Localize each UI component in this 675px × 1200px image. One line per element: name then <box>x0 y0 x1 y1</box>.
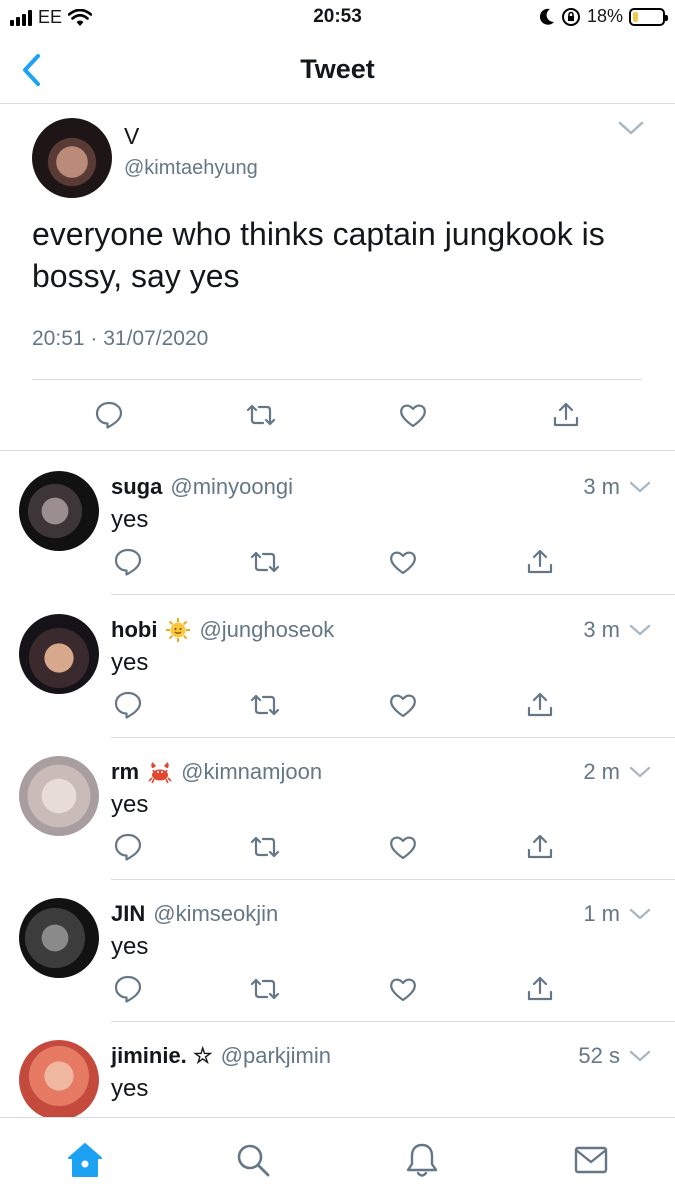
reply-author-handle[interactable]: @kimseokjin <box>153 901 278 927</box>
avatar[interactable] <box>19 756 99 836</box>
avatar[interactable] <box>32 118 112 198</box>
like-heart-icon[interactable] <box>388 547 418 577</box>
author-handle[interactable]: @kimtaehyung <box>124 157 258 180</box>
reply-text: yes <box>111 933 149 960</box>
retweet-icon[interactable] <box>246 400 276 430</box>
messages-icon[interactable] <box>571 1140 611 1180</box>
reply-icon[interactable] <box>113 974 143 1004</box>
tweet-timestamp: 20:51 · 31/07/2020 <box>32 327 209 350</box>
retweet-icon[interactable] <box>250 690 280 720</box>
reply-header: hobi @junghoseok <box>111 617 334 643</box>
reply-time: 52 s <box>578 1043 620 1068</box>
share-icon[interactable] <box>525 690 555 720</box>
reply-tweet[interactable]: JIN @kimseokjin 1 m yes <box>0 879 675 1022</box>
chevron-down-icon[interactable] <box>629 480 651 494</box>
battery-percent: 18% <box>586 6 623 26</box>
reply-author-name[interactable]: JIN <box>111 901 145 927</box>
battery-icon <box>629 7 668 26</box>
share-icon[interactable] <box>525 547 555 577</box>
reply-icon[interactable] <box>94 400 124 430</box>
status-right: 18% <box>539 6 668 27</box>
author-name[interactable]: V <box>124 123 139 150</box>
retweet-icon[interactable] <box>250 832 280 862</box>
crab-icon <box>148 762 172 784</box>
reply-header: jiminie. ☆ @parkjimin <box>111 1043 331 1069</box>
avatar[interactable] <box>19 1040 99 1120</box>
retweet-icon[interactable] <box>250 974 280 1004</box>
reply-author-name[interactable]: rm <box>111 759 139 785</box>
avatar[interactable] <box>19 898 99 978</box>
reply-author-name[interactable]: suga <box>111 474 162 500</box>
tweet-text: everyone who thinks captain jungkook is … <box>32 216 605 294</box>
chevron-down-icon[interactable] <box>629 765 651 779</box>
avatar[interactable] <box>19 614 99 694</box>
page-title: Tweet <box>300 54 375 84</box>
reply-author-handle[interactable]: @junghoseok <box>199 617 334 643</box>
reply-text: yes <box>111 649 149 676</box>
reply-author-handle[interactable]: @minyoongi <box>170 474 293 500</box>
moon-icon <box>539 8 554 25</box>
reply-header: suga @minyoongi <box>111 474 293 500</box>
notifications-icon[interactable] <box>402 1140 442 1180</box>
retweet-icon[interactable] <box>250 547 280 577</box>
reply-author-name[interactable]: hobi <box>111 617 157 643</box>
reply-time: 2 m <box>583 759 620 784</box>
like-heart-icon[interactable] <box>388 832 418 862</box>
main-tweet: V @kimtaehyung everyone who thinks capta… <box>0 105 675 451</box>
reply-tweet[interactable]: rm @kimnamjoon 2 m yes <box>0 737 675 880</box>
share-icon[interactable] <box>525 832 555 862</box>
reply-tweet[interactable]: hobi @junghoseok 3 m yes <box>0 595 675 738</box>
sun-face-icon <box>166 618 191 642</box>
reply-time: 3 m <box>583 617 620 642</box>
tab-bar <box>0 1117 675 1200</box>
avatar[interactable] <box>19 471 99 551</box>
reply-header: rm @kimnamjoon <box>111 759 322 785</box>
reply-author-handle[interactable]: @kimnamjoon <box>181 759 322 785</box>
reply-icon[interactable] <box>113 690 143 720</box>
reply-icon[interactable] <box>113 547 143 577</box>
chevron-down-icon[interactable] <box>618 120 644 136</box>
share-icon[interactable] <box>525 974 555 1004</box>
reply-author-handle[interactable]: @parkjimin <box>221 1043 331 1069</box>
reply-header: JIN @kimseokjin <box>111 901 278 927</box>
divider <box>32 379 642 380</box>
battery-fill <box>633 11 639 22</box>
reply-tweet[interactable]: suga @minyoongi 3 m yes <box>0 452 675 595</box>
like-heart-icon[interactable] <box>388 974 418 1004</box>
home-icon[interactable] <box>65 1140 105 1180</box>
chevron-down-icon[interactable] <box>629 623 651 637</box>
search-icon[interactable] <box>233 1140 273 1180</box>
reply-time: 1 m <box>583 901 620 926</box>
reply-text: yes <box>111 791 149 818</box>
chevron-down-icon[interactable] <box>629 1049 651 1063</box>
status-bar: EE 20:53 18% <box>0 0 675 36</box>
chevron-down-icon[interactable] <box>629 907 651 921</box>
like-heart-icon[interactable] <box>388 690 418 720</box>
reply-author-name[interactable]: jiminie. ☆ <box>111 1043 213 1069</box>
share-icon[interactable] <box>551 400 581 430</box>
orientation-lock-icon <box>561 7 580 26</box>
reply-time: 3 m <box>583 474 620 499</box>
reply-text: yes <box>111 1075 149 1102</box>
navigation-bar: Tweet <box>0 36 675 104</box>
reply-text: yes <box>111 506 149 533</box>
like-heart-icon[interactable] <box>398 400 428 430</box>
reply-icon[interactable] <box>113 832 143 862</box>
